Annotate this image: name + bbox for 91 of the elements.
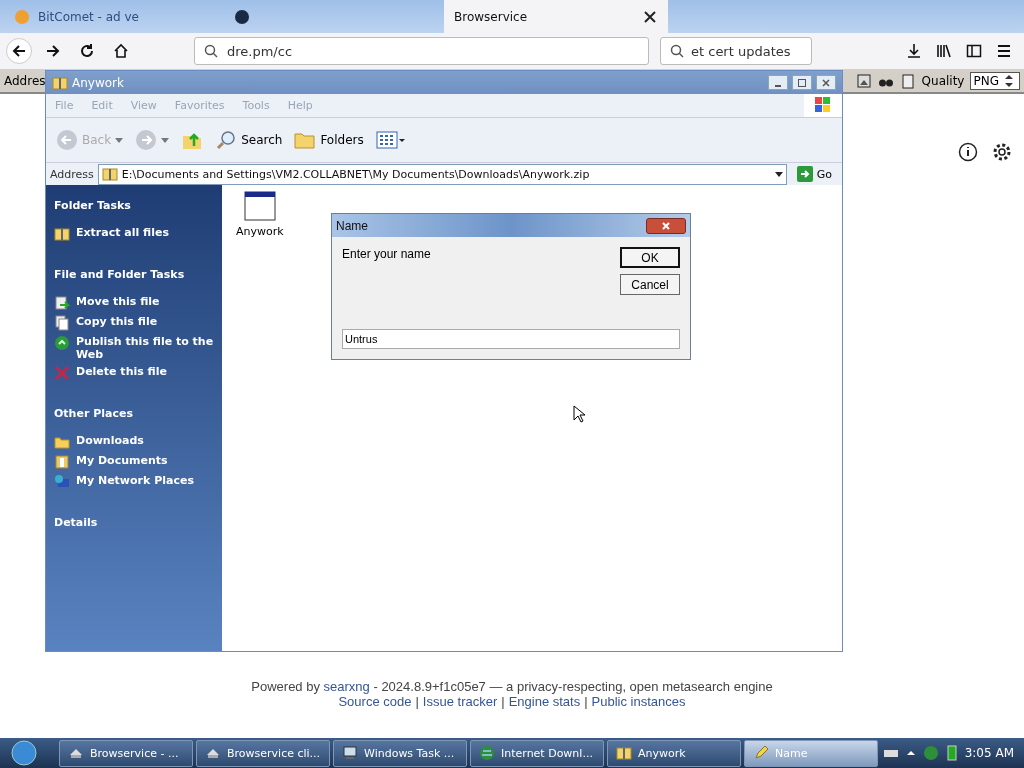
maximize-icon [797,77,807,88]
taskbar-button[interactable]: Internet Downl... [470,739,604,767]
task-link[interactable]: Extract all files [54,226,214,242]
caret-icon[interactable] [906,749,915,757]
taskbar-button[interactable]: Browservice cli... [196,739,330,767]
library-icon[interactable] [936,43,952,59]
folders-button[interactable]: Folders [292,127,366,153]
zip-folder-icon [616,745,632,761]
task-link[interactable]: Downloads [54,434,214,450]
section-heading[interactable]: Details [54,516,214,529]
network-places-icon [54,474,70,490]
address-label: Addres [4,73,46,88]
search-field[interactable]: et cert updates [660,37,812,65]
quality-spinner[interactable]: PNG [970,71,1020,90]
footer-link[interactable]: Issue tracker [422,694,498,709]
task-link[interactable]: Copy this file [54,315,214,331]
task-link[interactable]: Delete this file [54,365,214,381]
search-button[interactable]: Search [213,127,285,153]
forward-arrow-icon [45,43,61,59]
taskbar-button[interactable]: Anywork [607,739,741,767]
caret-icon [115,136,124,144]
powered-by-text: Powered by searxng - 2024.8.9+f1c05e7 — a privacy-respecting, open metasearch engine [250,679,774,694]
menu-icon[interactable] [996,43,1012,59]
task-link[interactable]: My Documents [54,454,214,470]
picture-icon[interactable] [855,72,872,89]
dialog-button[interactable]: Cancel [620,274,680,295]
prompt-text: Enter your name [342,247,432,263]
close-icon[interactable] [642,8,658,25]
minimize-icon [775,84,781,87]
reload-icon [79,43,95,59]
name-input[interactable]: Untrus [342,329,680,349]
clipboard-icon[interactable] [899,72,916,89]
zip-folder-icon [52,74,68,91]
quality-label: Quality [921,73,965,88]
move-file-icon [54,295,70,311]
section-heading[interactable]: Folder Tasks [54,199,214,212]
monitor-icon [342,745,358,761]
footer-link[interactable]: Public instances [591,694,686,709]
close-icon [821,77,831,88]
download-icon[interactable] [906,43,922,59]
separator: | [584,694,588,709]
maximize-button[interactable] [792,75,812,90]
meter-icon[interactable] [946,745,957,761]
task-link[interactable]: Publish this file to the Web [54,335,214,361]
clock[interactable]: 3:05 AM [964,746,1014,760]
back-button[interactable] [6,38,32,64]
dialog-title: Name [336,218,368,233]
views-icon [375,129,406,151]
search-icon [669,43,685,59]
sidebar-icon[interactable] [966,43,982,59]
sun-icon [14,8,30,25]
info-icon[interactable] [958,142,978,162]
caret-icon [161,136,170,144]
magnifier-icon [215,129,238,151]
close-button[interactable] [816,75,836,90]
close-icon [661,220,671,231]
task-link[interactable]: Move this file [54,295,214,311]
program-item[interactable]: Anywork [236,191,284,238]
dialog-button[interactable]: OK [620,247,680,268]
zip-folder-icon [101,166,118,182]
back-arrow-icon [11,43,27,59]
pencil-icon [753,745,769,761]
url-field[interactable]: dre.pm/cc [194,37,649,65]
browser-tab[interactable]: BitComet - ad ve [4,0,224,33]
minimize-button[interactable] [768,75,788,90]
close-button[interactable] [646,217,686,234]
searxng-link[interactable]: searxng [323,679,370,694]
folder-icon [54,434,70,450]
taskbar-button[interactable]: Browservice - ... [59,739,193,767]
browser-tab[interactable]: Browservice [444,0,668,33]
taskbar-button[interactable]: Windows Task ... [333,739,467,767]
zip-folder-icon [54,226,70,242]
footer-link[interactable]: Engine stats [508,694,581,709]
settings-icon[interactable] [992,142,1012,162]
task-link[interactable]: My Network Places [54,474,214,490]
address-field[interactable]: E:\Documents and Settings\VM2.COLLABNET\My Documents\Downloads\Anywork.zip [97,163,787,185]
documents-folder-icon [54,454,70,470]
separator: | [501,694,505,709]
separator: | [415,694,419,709]
delete-icon [54,365,70,381]
mouse-cursor [573,405,585,423]
address-label: Address [50,167,94,181]
dropdown-icon[interactable] [774,170,783,178]
copy-file-icon [54,315,70,331]
go-button[interactable]: Go [790,166,838,182]
window-title: Anywork [72,75,124,90]
footer-link[interactable]: Source code [338,694,412,709]
search-icon [203,43,219,59]
home-icon [113,43,129,59]
section-heading[interactable]: File and Folder Tasks [54,268,214,281]
section-heading[interactable]: Other Places [54,407,214,420]
